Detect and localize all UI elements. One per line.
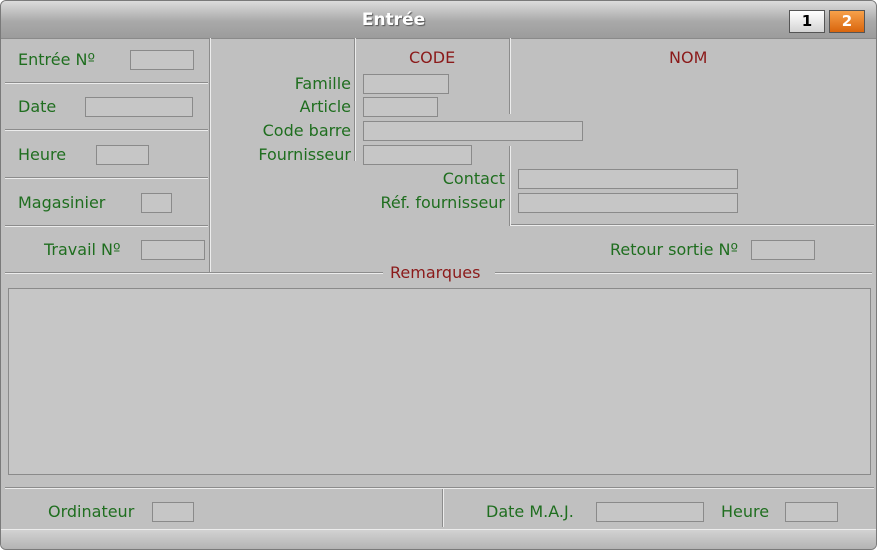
update-time-field[interactable] [785,502,838,522]
date-label: Date [18,97,57,116]
job-no-field[interactable] [141,240,205,260]
page-1-button[interactable]: 1 [789,10,825,33]
remarks-divider-right [495,272,872,274]
supplier-ref-label: Réf. fournisseur [380,193,505,212]
bottom-strip [1,529,876,549]
entry-no-field[interactable] [130,50,194,70]
name-column-divider-top [509,38,511,114]
time-field[interactable] [96,145,149,165]
entry-no-label: Entrée Nº [18,50,96,69]
update-time-label: Heure [721,502,770,521]
entry-window: Entrée 1 2 Entrée Nº Date Heure Magasini… [0,0,877,550]
supplier-label: Fournisseur [258,145,351,164]
name-column-header: NOM [669,48,708,67]
job-no-label: Travail Nº [44,240,121,259]
title-bar: Entrée 1 2 [1,1,876,39]
article-label: Article [299,97,351,116]
update-date-field[interactable] [596,502,704,522]
time-label: Heure [18,145,67,164]
update-date-label: Date M.A.J. [486,502,574,521]
remarks-legend: Remarques [384,263,487,283]
family-code-field[interactable] [363,74,449,94]
supplier-code-field[interactable] [363,145,472,165]
code-column-header: CODE [409,48,456,67]
contact-label: Contact [442,169,505,188]
storekeeper-label: Magasinier [18,193,106,212]
return-exit-no-label: Retour sortie Nº [610,240,738,259]
storekeeper-field[interactable] [141,193,172,213]
window-title: Entrée [361,10,426,30]
left-divider-2 [5,129,208,131]
remarks-textarea[interactable] [8,288,871,475]
left-divider-4 [5,225,208,227]
left-divider-3 [5,177,208,179]
contact-field[interactable] [518,169,738,189]
left-divider-1 [5,82,208,84]
return-exit-no-field[interactable] [751,240,815,260]
barcode-field[interactable] [363,121,583,141]
name-column-divider-bottom [509,146,511,226]
computer-label: Ordinateur [48,502,135,521]
item-section-divider [511,224,874,226]
footer-column-divider [442,489,444,527]
computer-field[interactable] [152,502,194,522]
article-code-field[interactable] [363,97,438,117]
date-field[interactable] [85,97,193,117]
supplier-ref-field[interactable] [518,193,738,213]
code-column-divider [354,38,356,161]
page-2-button[interactable]: 2 [829,10,865,33]
remarks-divider-left [5,272,383,274]
barcode-label: Code barre [262,121,351,140]
footer-divider [5,487,874,489]
family-label: Famille [294,74,351,93]
